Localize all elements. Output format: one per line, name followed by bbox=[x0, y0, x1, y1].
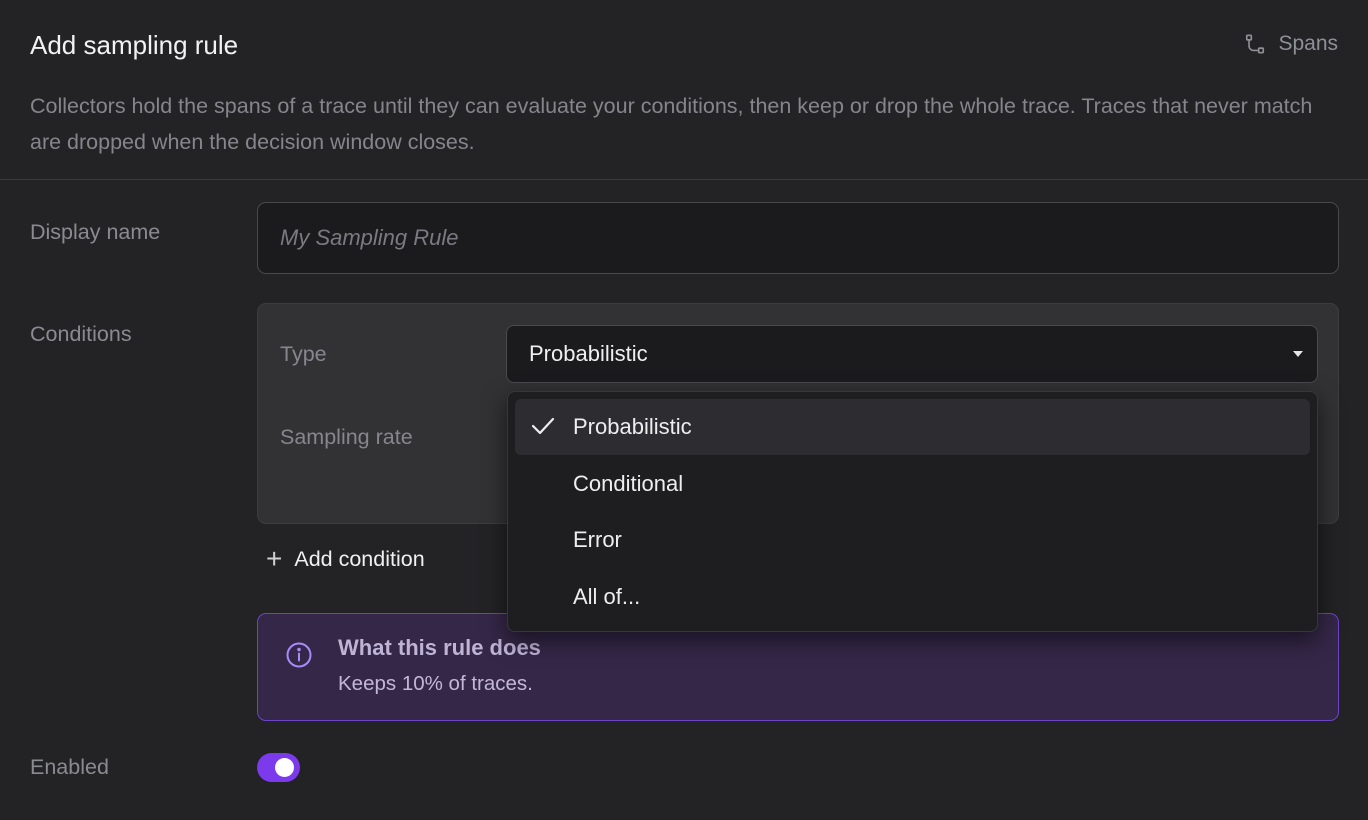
add-condition-button[interactable]: + Add condition bbox=[266, 545, 425, 573]
header: Add sampling rule Spans Collectors hold … bbox=[0, 0, 1368, 180]
display-name-label: Display name bbox=[30, 220, 161, 244]
callout-title: What this rule does bbox=[338, 635, 541, 660]
menu-item-label: Probabilistic bbox=[573, 414, 692, 439]
type-select-value: Probabilistic bbox=[529, 341, 648, 366]
description: Collectors hold the spans of a trace unt… bbox=[30, 94, 1313, 154]
type-dropdown-menu: Probabilistic Conditional Error All of..… bbox=[507, 391, 1318, 632]
caret-down-icon bbox=[1293, 351, 1303, 357]
conditions-label: Conditions bbox=[30, 322, 132, 346]
menu-item-conditional[interactable]: Conditional bbox=[515, 456, 1310, 512]
toggle-knob bbox=[275, 758, 294, 777]
sampling-rate-label: Sampling rate bbox=[280, 425, 413, 449]
menu-item-probabilistic[interactable]: Probabilistic bbox=[515, 399, 1310, 455]
spans-label: Spans bbox=[1278, 32, 1338, 55]
type-label: Type bbox=[280, 342, 327, 366]
menu-item-all-of[interactable]: All of... bbox=[515, 569, 1310, 625]
callout-text: Keeps 10% of traces. bbox=[338, 672, 533, 695]
enabled-label: Enabled bbox=[30, 755, 109, 779]
add-condition-label: Add condition bbox=[294, 546, 425, 571]
menu-item-label: Error bbox=[573, 527, 622, 552]
menu-item-label: All of... bbox=[573, 584, 641, 609]
plus-icon: + bbox=[266, 543, 283, 574]
info-circle-icon bbox=[286, 642, 312, 668]
type-select[interactable]: Probabilistic bbox=[506, 325, 1318, 383]
check-icon bbox=[531, 417, 555, 435]
route-icon bbox=[1246, 34, 1265, 54]
spans-link[interactable]: Spans bbox=[1244, 32, 1338, 56]
menu-item-label: Conditional bbox=[573, 471, 684, 496]
add-sampling-rule-page: Add sampling rule Spans Collectors hold … bbox=[0, 0, 1368, 820]
menu-item-error[interactable]: Error bbox=[515, 512, 1310, 568]
enabled-toggle[interactable] bbox=[257, 753, 300, 782]
display-name-input[interactable] bbox=[257, 202, 1339, 274]
page-title: Add sampling rule bbox=[30, 30, 239, 60]
